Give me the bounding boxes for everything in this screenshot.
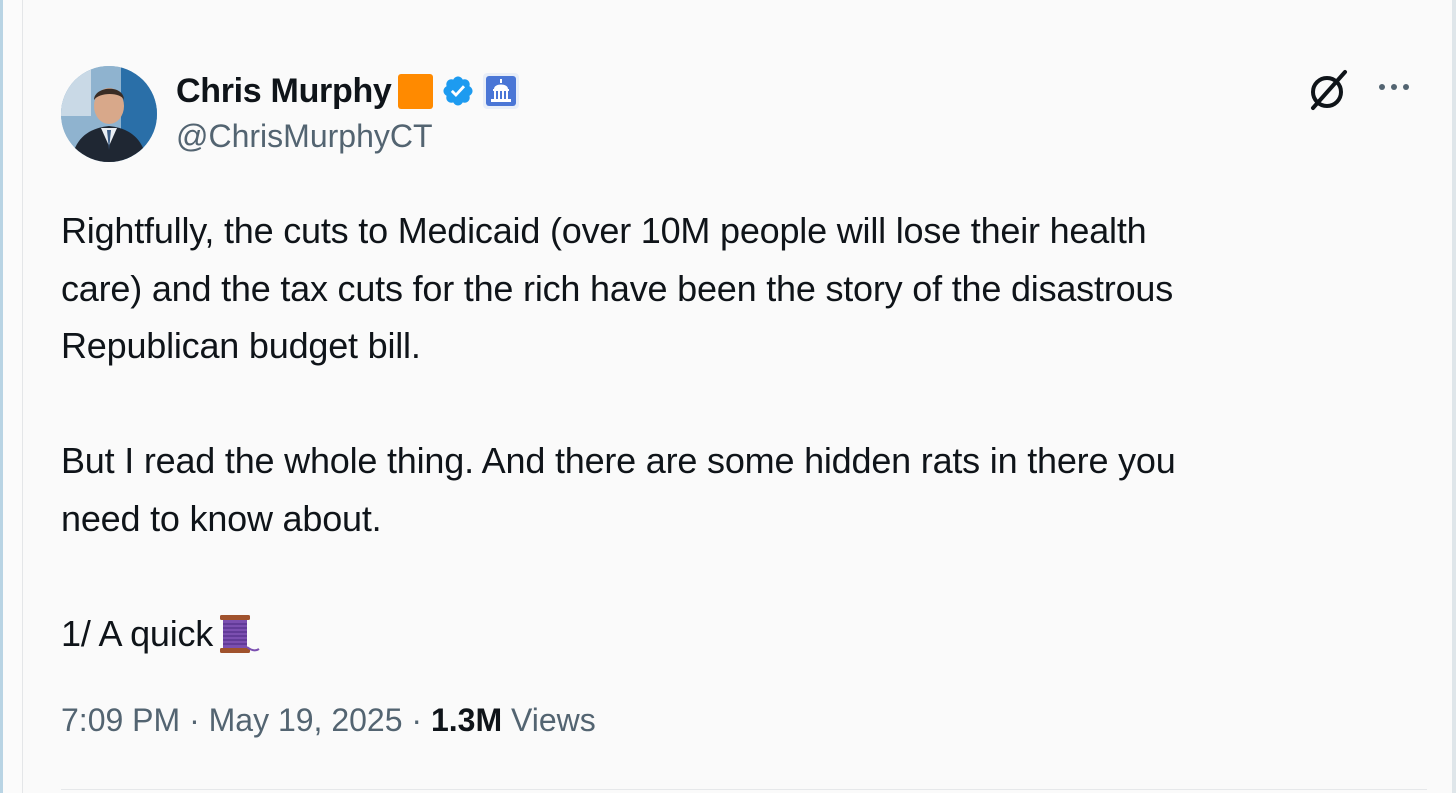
verified-badge-icon[interactable] xyxy=(441,74,475,108)
display-name[interactable]: Chris Murphy xyxy=(176,72,392,111)
spool-of-thread-icon xyxy=(220,614,260,653)
divider xyxy=(61,789,1427,790)
orange-square-emoji xyxy=(397,73,433,109)
author-name-row: Chris Murphy xyxy=(176,70,519,112)
tweet-metadata: 7:09 PM · May 19, 2025 · 1.3M Views xyxy=(61,702,596,739)
tweet-text-line: Rightfully, the cuts to Medicaid (over 1… xyxy=(61,210,1147,251)
right-edge-divider xyxy=(1452,0,1456,793)
meta-separator: · xyxy=(411,702,423,738)
thread-intro-text: 1/ A quick xyxy=(61,613,214,655)
views-count[interactable]: 1.3M xyxy=(431,702,502,738)
tweet-card[interactable]: Chris Murphy @ChrisMurphyCT Rightfully, … xyxy=(23,0,1452,793)
tweet-screenshot: Chris Murphy @ChrisMurphyCT Rightfully, … xyxy=(0,0,1456,793)
author-handle[interactable]: @ChrisMurphyCT xyxy=(176,118,433,155)
grok-icon[interactable] xyxy=(1305,66,1353,114)
more-options-icon[interactable] xyxy=(1375,72,1413,102)
tweet-text: Rightfully, the cuts to Medicaid (over 1… xyxy=(61,202,1431,663)
tweet-text-line: Republican budget bill. xyxy=(61,325,421,367)
capitol-building-icon[interactable] xyxy=(482,73,519,109)
tweet-text-line: need to know about. xyxy=(61,497,382,539)
tweet-text-line: But I read the whole thing. And there ar… xyxy=(61,440,1176,482)
thread-intro-line: 1/ A quick xyxy=(61,605,260,663)
tweet-time[interactable]: 7:09 PM xyxy=(61,702,180,738)
meta-separator: · xyxy=(189,702,200,738)
views-label: Views xyxy=(510,702,596,738)
tweet-date[interactable]: May 19, 2025 xyxy=(209,702,403,738)
avatar[interactable] xyxy=(61,66,157,162)
tweet-text-line: care) and the tax cuts for the rich have… xyxy=(61,267,1174,309)
left-edge-divider xyxy=(0,0,23,793)
